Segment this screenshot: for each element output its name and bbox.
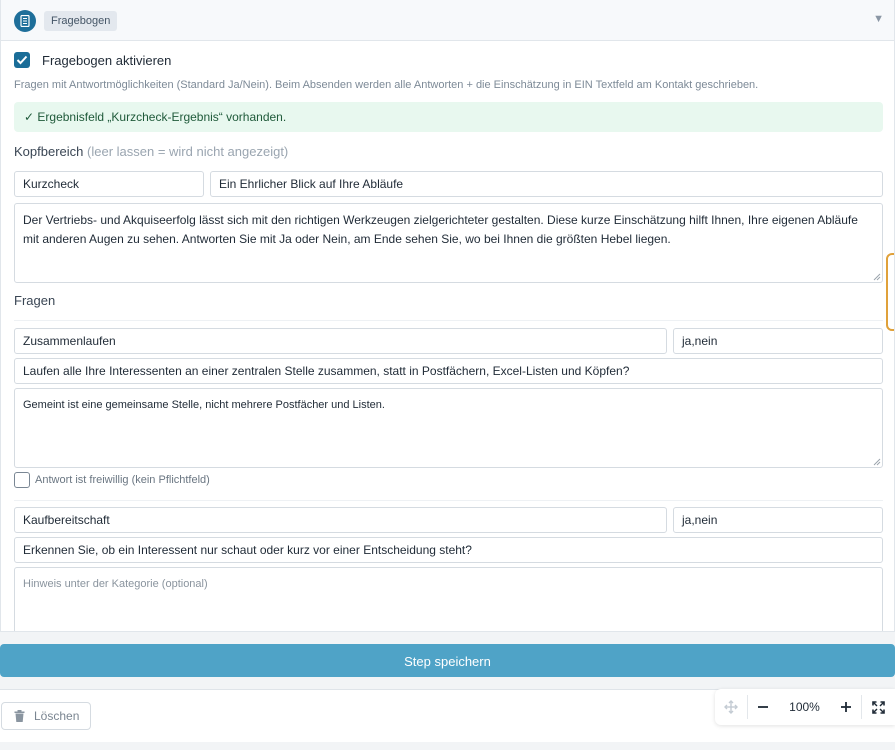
collapse-caret-icon[interactable]: ▼ — [873, 13, 884, 25]
zoom-in-icon[interactable] — [831, 689, 861, 725]
question-1-text-input[interactable]: Laufen alle Ihre Interessenten an einer … — [14, 358, 883, 384]
question-2-text-input[interactable]: Erkennen Sie, ob ein Interessent nur sch… — [14, 537, 883, 563]
fit-view-icon[interactable] — [862, 689, 895, 725]
panel-header[interactable]: Fragebogen ▼ — [1, 0, 894, 41]
head-intro-text: Der Vertriebs- und Akquiseerfolg lässt s… — [23, 213, 858, 246]
head-headline-input[interactable]: Ein Ehrlicher Blick auf Ihre Abläufe — [210, 171, 883, 197]
question-1-optional-checkbox[interactable] — [14, 472, 30, 488]
delete-label: Löschen — [34, 709, 80, 723]
delete-button[interactable]: Löschen — [1, 702, 91, 730]
head-section-title: Kopfbereich (leer lassen = wird nicht an… — [14, 144, 288, 159]
question-2-note-textarea[interactable]: Hinweis unter der Kategorie (optional) — [14, 567, 883, 631]
divider — [14, 500, 883, 501]
head-section-label: Kopfbereich — [14, 144, 84, 159]
step-type-tag: Fragebogen — [44, 11, 118, 31]
questions-title: Fragen — [14, 293, 56, 308]
question-1-options-input[interactable]: ja,nein — [673, 328, 883, 354]
question-1-note-text: Gemeint ist eine gemeinsame Stelle, nich… — [23, 399, 385, 411]
side-drawer-handle[interactable] — [886, 253, 894, 331]
activate-row[interactable]: Fragebogen aktivieren — [14, 52, 171, 68]
activate-label: Fragebogen aktivieren — [42, 52, 172, 68]
divider — [14, 320, 883, 321]
question-2-category-input[interactable]: Kaufbereitschaft — [14, 507, 667, 533]
questionnaire-hint: Fragen mit Antwortmöglichkeiten (Standar… — [14, 79, 759, 91]
question-1-category-input[interactable]: Zusammenlaufen — [14, 328, 667, 354]
question-1-optional-row[interactable]: Antwort ist freiwillig (kein Pflichtfeld… — [14, 472, 210, 488]
zoom-out-icon[interactable] — [748, 689, 778, 725]
resize-handle-icon[interactable] — [872, 272, 881, 281]
question-2-options-input[interactable]: ja,nein — [673, 507, 883, 533]
questionnaire-panel: Fragebogen ▼ Fragebogen aktivieren Frage… — [0, 0, 895, 632]
question-2-note-placeholder: Hinweis unter der Kategorie (optional) — [23, 578, 208, 590]
resize-handle-icon[interactable] — [872, 457, 881, 466]
save-step-button[interactable]: Step speichern — [0, 644, 895, 677]
head-section-note: (leer lassen = wird nicht angezeigt) — [87, 144, 289, 159]
trash-icon — [14, 710, 25, 722]
head-label-input[interactable]: Kurzcheck — [14, 171, 204, 197]
checkmark-icon — [16, 55, 28, 65]
question-1-note-textarea[interactable]: Gemeint ist eine gemeinsame Stelle, nich… — [14, 388, 883, 468]
head-intro-textarea[interactable]: Der Vertriebs- und Akquiseerfolg lässt s… — [14, 203, 883, 283]
question-1-optional-label: Antwort ist freiwillig (kein Pflichtfeld… — [35, 474, 210, 486]
zoom-level: 100% — [789, 700, 820, 714]
activate-checkbox[interactable] — [14, 52, 30, 68]
result-field-status: ✓ Ergebnisfeld „Kurzcheck-Ergebnis“ vorh… — [14, 102, 883, 132]
zoom-toolbar: 100% — [715, 689, 895, 725]
move-icon[interactable] — [715, 689, 747, 725]
document-icon — [14, 10, 36, 32]
